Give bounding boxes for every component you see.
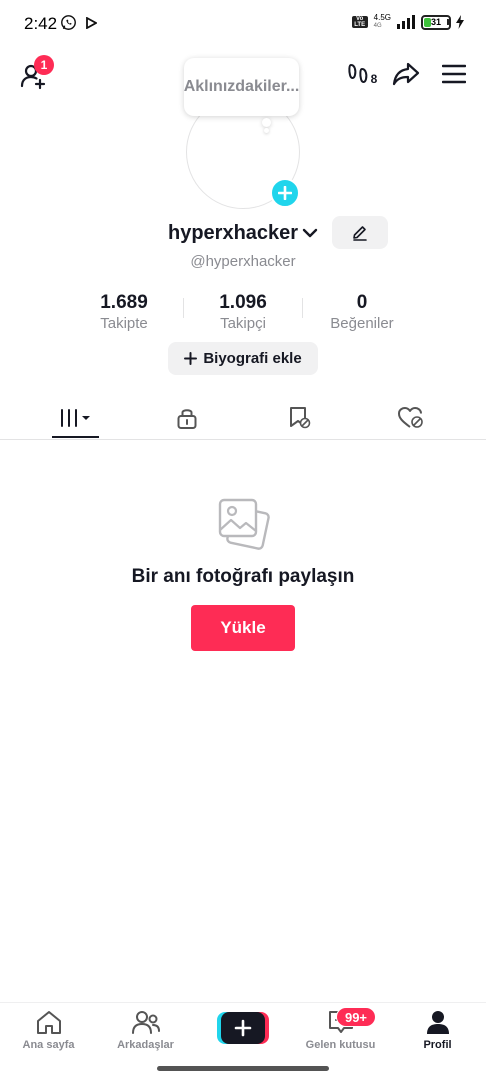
create-icon — [234, 1019, 252, 1037]
nav-label: Ana sayfa — [22, 1039, 75, 1051]
tab-videos[interactable] — [15, 396, 136, 440]
pencil-icon — [353, 225, 367, 241]
profile-icon — [426, 1011, 449, 1034]
share-icon — [392, 62, 420, 86]
nav-label: Profil — [423, 1039, 452, 1051]
charging-icon — [456, 15, 464, 29]
edit-profile-button[interactable] — [332, 216, 388, 249]
plus-icon — [278, 186, 292, 200]
menu-button[interactable] — [438, 58, 470, 90]
stories-button[interactable]: 8 — [344, 60, 380, 88]
stat-label: Beğeniler — [330, 315, 394, 332]
stat-followers[interactable]: 1.096 Takipçi — [183, 292, 303, 334]
hamburger-icon — [442, 64, 466, 84]
status-right-icons: Vo LTE 4.5G 4G 31 — [351, 14, 464, 30]
photo-stack-icon — [218, 498, 270, 550]
empty-state-message: Bir anı fotoğrafı paylaşın — [131, 566, 355, 587]
heart-hidden-icon — [397, 407, 423, 428]
nav-profile[interactable]: Profil — [389, 1009, 486, 1059]
nav-label: Arkadaşlar — [117, 1039, 174, 1051]
network-type: 4.5G 4G — [374, 14, 391, 30]
avatar-add-button[interactable] — [270, 178, 300, 208]
battery-indicator: 31 — [421, 14, 451, 30]
inbox-badge: 99+ — [336, 1007, 376, 1027]
plus-icon — [184, 352, 198, 365]
grid-icon — [60, 409, 90, 427]
create-button[interactable] — [217, 1012, 269, 1044]
status-left-icons — [60, 14, 97, 31]
whatsapp-icon — [61, 15, 76, 30]
stat-following[interactable]: 1.689 Takipte — [64, 292, 184, 334]
stat-value: 1.096 — [219, 292, 267, 313]
thought-bubble-tail-small — [264, 128, 269, 133]
username-row: hyperxhacker — [0, 216, 486, 250]
nav-home[interactable]: Ana sayfa — [0, 1009, 97, 1059]
share-profile-button[interactable] — [390, 58, 422, 90]
stories-count: 8 — [370, 72, 378, 86]
status-bar: 2:42 Vo LTE 4.5G 4G 31 — [0, 0, 486, 44]
play-store-icon — [86, 16, 97, 29]
profile-stats: 1.689 Takipte 1.096 Takipçi 0 Beğeniler — [0, 292, 486, 332]
username[interactable]: hyperxhacker — [168, 222, 298, 245]
create-core — [221, 1012, 265, 1044]
notification-badge: 1 — [34, 55, 54, 75]
active-tab-indicator — [52, 436, 99, 438]
add-friend-button[interactable]: 1 — [16, 55, 54, 94]
home-icon — [36, 1011, 61, 1034]
nav-friends[interactable]: Arkadaşlar — [97, 1009, 194, 1059]
network-label-top: 4.5G — [373, 13, 391, 22]
nav-label: Gelen kutusu — [305, 1039, 376, 1051]
upload-button[interactable]: Yükle — [191, 605, 295, 651]
volte-icon: Vo LTE — [351, 16, 368, 28]
home-indicator — [157, 1066, 329, 1071]
nav-inbox[interactable]: 99+ Gelen kutusu — [292, 1007, 389, 1059]
bookmark-hidden-icon — [289, 407, 310, 429]
add-bio-button[interactable]: Biyografi ekle — [168, 342, 318, 375]
tab-private[interactable] — [126, 396, 247, 440]
battery-level: 31 — [430, 17, 441, 27]
footprint-icon — [348, 63, 368, 83]
bottom-navigation: Ana sayfa Arkadaşlar 99+ Gelen kutusu Pr… — [0, 1002, 486, 1060]
stat-value: 1.689 — [100, 292, 148, 313]
stat-label: Takipte — [100, 315, 148, 332]
status-time: 2:42 — [24, 14, 58, 33]
tab-liked[interactable] — [350, 396, 471, 440]
add-bio-label: Biyografi ekle — [203, 350, 302, 367]
profile-handle: @hyperxhacker — [190, 253, 296, 270]
stat-label: Takipçi — [220, 315, 266, 332]
stat-likes[interactable]: 0 Beğeniler — [302, 292, 422, 334]
lock-icon — [177, 409, 196, 429]
thought-bubble[interactable]: Aklınızdakiler... — [184, 58, 299, 116]
thought-bubble-tail — [262, 118, 271, 127]
signal-icon — [397, 15, 415, 29]
network-label-sub: 4G — [373, 23, 382, 29]
battery-icon: 31 — [421, 14, 451, 30]
friends-icon — [131, 1011, 160, 1034]
content-tabs — [0, 396, 486, 440]
stat-value: 0 — [356, 292, 368, 313]
chevron-down-icon[interactable] — [302, 226, 318, 240]
tab-favorites[interactable] — [238, 396, 359, 440]
